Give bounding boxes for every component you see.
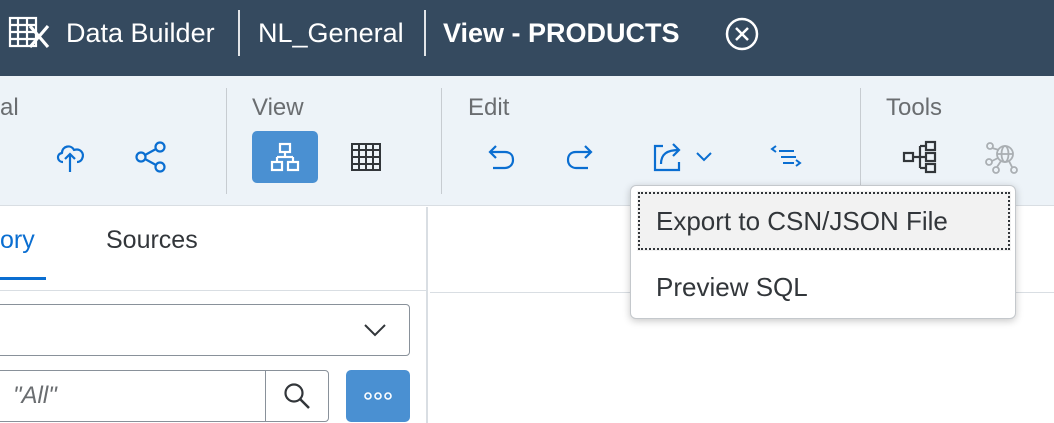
save-button[interactable]: [0, 131, 10, 183]
network-button[interactable]: [976, 131, 1028, 183]
redo-icon: [566, 145, 593, 170]
deploy-button[interactable]: [46, 131, 96, 183]
save-icon: [0, 142, 10, 172]
shell-separator: [424, 10, 426, 56]
search-input[interactable]: "All": [0, 370, 266, 422]
toolbar-separator: [860, 88, 861, 194]
export-dropdown-menu: Export to CSN/JSON File Preview SQL: [630, 185, 1016, 319]
cloud-upload-icon: [56, 145, 84, 172]
export-icon: [653, 143, 681, 172]
share-button[interactable]: [126, 131, 176, 183]
group-label-edit: Edit: [468, 94, 510, 121]
data-view-button[interactable]: [340, 131, 392, 183]
left-panel: ory Sources "All": [0, 207, 428, 423]
menu-item-preview-sql[interactable]: Preview SQL: [637, 257, 1011, 317]
search-button[interactable]: [265, 370, 329, 422]
close-tab-button[interactable]: [724, 16, 760, 52]
toolbar-separator: [441, 88, 442, 194]
redo-button[interactable]: [555, 131, 607, 183]
data-builder-icon[interactable]: [8, 16, 54, 50]
undo-button[interactable]: [474, 131, 526, 183]
menu-item-export-csn-json[interactable]: Export to CSN/JSON File: [637, 191, 1011, 251]
share-icon: [135, 141, 166, 173]
view-title: View - PRODUCTS: [443, 18, 680, 48]
shell-bar: Data Builder NL_General View - PRODUCTS: [0, 0, 1054, 76]
chevron-down-icon: [364, 324, 386, 337]
tab-sources[interactable]: Sources: [106, 225, 198, 255]
data-builder-window: Data Builder NL_General View - PRODUCTS …: [0, 0, 1054, 423]
search-icon: [284, 383, 310, 409]
group-label-view: View: [252, 94, 304, 121]
export-menu-button[interactable]: [640, 131, 724, 183]
filter-dropdown[interactable]: [0, 304, 410, 356]
tab-divider: [0, 290, 426, 291]
sql-button[interactable]: [760, 131, 812, 183]
diagram-view-button[interactable]: [252, 131, 318, 183]
lineage-icon: [902, 140, 937, 174]
table-icon: [351, 143, 381, 171]
chevron-down-icon: [696, 152, 712, 162]
space-name[interactable]: NL_General: [258, 17, 404, 49]
impact-lineage-button[interactable]: [894, 131, 946, 183]
close-circle-icon: [725, 17, 759, 51]
shell-separator: [238, 10, 240, 56]
more-icon: [364, 392, 392, 400]
group-label-tools: Tools: [886, 94, 943, 121]
hierarchy-icon: [270, 142, 300, 172]
sql-icon: [770, 145, 802, 167]
network-icon: [985, 142, 1018, 174]
toolbar-separator: [226, 88, 227, 194]
tab-selected-indicator: [0, 277, 46, 280]
group-label-general: al: [0, 94, 19, 121]
undo-icon: [488, 145, 515, 170]
tab-repository[interactable]: ory: [0, 225, 35, 255]
app-name: Data Builder: [66, 18, 215, 48]
more-button[interactable]: [346, 370, 410, 422]
